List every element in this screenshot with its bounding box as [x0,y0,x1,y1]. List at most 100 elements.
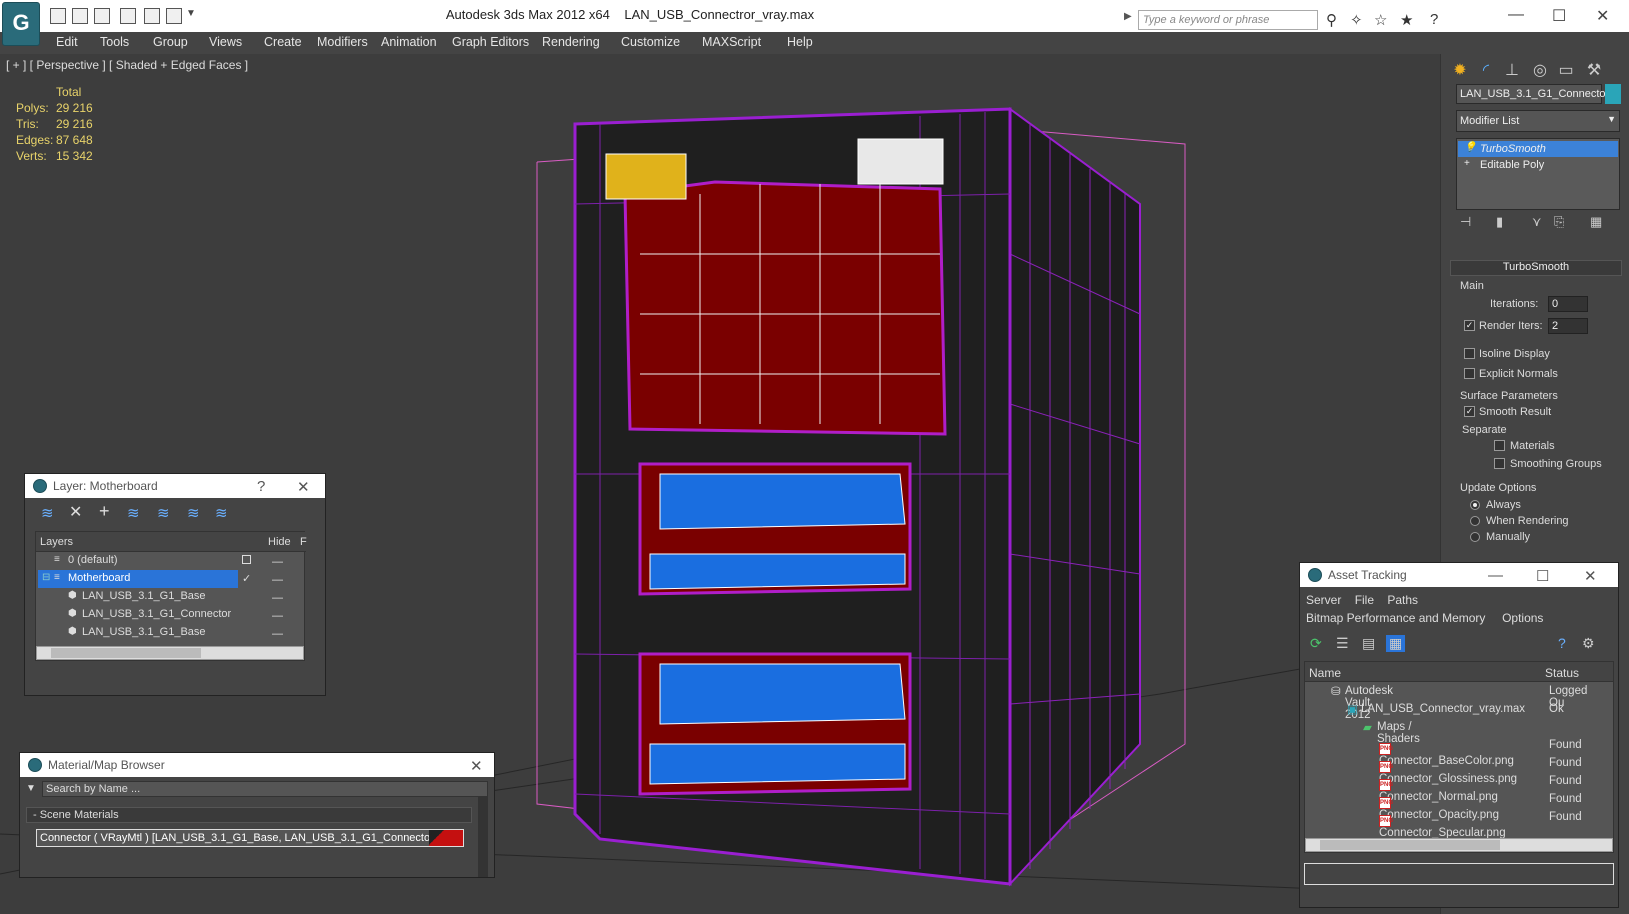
scene-materials-group[interactable]: - Scene Materials [26,807,472,823]
maximize-icon[interactable]: ☐ [1536,567,1549,585]
layer-window-title-bar[interactable]: Layer: Motherboard ? ✕ [25,474,325,498]
display-tab-icon[interactable]: ▭ [1555,60,1577,82]
close-icon[interactable]: ✕ [470,757,483,775]
remove-modifier-icon[interactable]: ⎘ [1554,214,1564,230]
hide-toggle[interactable]: — [272,628,283,640]
viewport-label[interactable]: [ + ] [ Perspective ] [ Shaded + Edged F… [6,58,248,72]
menu-group[interactable]: Group [153,35,188,49]
horizontal-scrollbar[interactable] [36,646,304,660]
column-hide[interactable]: Hide [268,536,291,548]
material-search-input[interactable]: Search by Name ... [42,781,488,797]
expand-icon[interactable]: + [1464,158,1470,169]
turbosmooth-rollout-header[interactable]: TurboSmooth [1450,260,1622,276]
configure-modifier-sets-icon[interactable]: ▦ [1590,214,1602,230]
hide-toggle[interactable]: — [272,610,283,622]
add-to-layer-icon[interactable]: + [99,501,110,522]
menu-server[interactable]: Server [1306,593,1341,607]
checkmark-icon[interactable]: ✓ [242,572,251,585]
menu-animation[interactable]: Animation [381,35,437,49]
smoothing-groups-checkbox[interactable] [1494,458,1505,469]
layer-row[interactable]: ⊟ ≡ Motherboard ✓ — [36,570,306,588]
make-unique-icon[interactable]: ⋎ [1532,214,1542,230]
hide-toggle[interactable]: — [272,574,283,586]
menu-customize[interactable]: Customize [621,35,680,49]
menu-create[interactable]: Create [264,35,302,49]
options-dropdown-icon[interactable]: ▼ [26,783,36,794]
show-end-result-icon[interactable]: ▮ [1496,214,1503,230]
menu-views[interactable]: Views [209,35,242,49]
manually-radio[interactable] [1470,532,1480,542]
hide-unhide-all-icon[interactable]: ≋ [187,504,200,522]
help-icon[interactable]: ? [1558,635,1566,651]
lightbulb-icon[interactable]: 💡 [1464,142,1476,153]
vertical-scrollbar[interactable] [478,797,488,877]
scrollbar-thumb[interactable] [1320,840,1500,850]
asset-path-field[interactable] [1304,863,1614,885]
asset-tracking-title-bar[interactable]: Asset Tracking — ☐ ✕ [1300,563,1618,587]
menu-tools[interactable]: Tools [100,35,129,49]
menu-file[interactable]: File [1355,593,1374,607]
object-name-field[interactable]: LAN_USB_3.1_G1_Connector [1456,84,1609,104]
scrollbar-thumb[interactable] [51,648,201,658]
help-icon[interactable]: ? [1430,11,1438,28]
close-icon[interactable]: ✕ [1596,6,1609,26]
stack-item-editable-poly[interactable]: + Editable Poly [1458,157,1618,173]
render-iters-spinner[interactable]: 2 [1548,318,1588,334]
menu-paths[interactable]: Paths [1387,593,1418,607]
highlight-layer-icon[interactable]: ≋ [157,504,170,522]
always-radio[interactable] [1470,500,1480,510]
menu-rendering[interactable]: Rendering [542,35,600,49]
utilities-tab-icon[interactable]: ⚒ [1583,60,1605,82]
modify-tab-icon[interactable]: ◜ [1475,60,1497,82]
pin-stack-icon[interactable]: ⊣ [1460,214,1471,230]
create-layer-icon[interactable]: ≋ [41,504,54,522]
hide-toggle[interactable]: — [272,556,283,568]
material-browser-title-bar[interactable]: Material/Map Browser ✕ [20,753,494,777]
column-name[interactable]: Name [1309,666,1341,680]
column-layers[interactable]: Layers [40,536,73,548]
minimize-icon[interactable]: — [1508,6,1524,24]
when-rendering-radio[interactable] [1470,516,1480,526]
column-status[interactable]: Status [1545,666,1579,680]
favorites-icon[interactable]: ☆ [1374,11,1387,29]
menu-graph-editors[interactable]: Graph Editors [452,35,529,49]
hide-toggle[interactable]: — [272,592,283,604]
star-icon[interactable]: ★ [1400,11,1413,29]
layer-row[interactable]: ≡ 0 (default) — [36,552,306,570]
create-tab-icon[interactable]: ✹ [1449,60,1471,82]
menu-modifiers[interactable]: Modifiers [317,35,368,49]
menu-options[interactable]: Options [1502,611,1543,625]
layer-row[interactable]: ⬢ LAN_USB_3.1_G1_Base — [36,624,306,642]
table-view-icon[interactable]: ▤ [1362,635,1375,652]
horizontal-scrollbar[interactable] [1305,838,1613,852]
close-icon[interactable]: ✕ [297,478,310,496]
menu-maxscript[interactable]: MAXScript [702,35,761,49]
freeze-unfreeze-all-icon[interactable]: ≋ [215,504,228,522]
current-layer-toggle[interactable] [242,555,251,564]
iterations-spinner[interactable]: 0 [1548,296,1588,312]
layer-row[interactable]: ⬢ LAN_USB_3.1_G1_Base — [36,588,306,606]
modifier-list-dropdown[interactable]: Modifier List ▼ [1456,110,1620,132]
app-logo-icon[interactable]: G [2,2,40,46]
render-iters-checkbox[interactable]: ✓ [1464,320,1475,331]
layer-row[interactable]: ⬢ LAN_USB_3.1_G1_Connector — [36,606,306,624]
hierarchy-tab-icon[interactable]: ⊥ [1501,60,1523,82]
settings-icon[interactable]: ⚙ [1582,635,1595,652]
isoline-display-checkbox[interactable] [1464,348,1475,359]
grid-view-icon[interactable]: ▦ [1386,635,1406,652]
minimize-icon[interactable]: — [1488,567,1503,584]
materials-checkbox[interactable] [1494,440,1505,451]
motion-tab-icon[interactable]: ◎ [1529,60,1551,82]
smooth-result-checkbox[interactable]: ✓ [1464,406,1475,417]
select-objects-icon[interactable]: ≋ [127,504,140,522]
stack-item-turbosmooth[interactable]: 💡 TurboSmooth [1458,141,1618,157]
material-entry[interactable]: Connector ( VRayMtl ) [LAN_USB_3.1_G1_Ba… [36,829,464,847]
maximize-icon[interactable]: ☐ [1552,6,1566,26]
list-view-icon[interactable]: ☰ [1336,635,1349,652]
expand-arrow-icon[interactable]: ▶ [1124,11,1132,22]
communication-center-icon[interactable]: ✧ [1350,11,1363,29]
close-icon[interactable]: ✕ [1584,567,1597,585]
menu-bitmap-performance[interactable]: Bitmap Performance and Memory [1306,611,1485,625]
search-input[interactable]: Type a keyword or phrase [1138,10,1318,30]
menu-help[interactable]: Help [787,35,813,49]
